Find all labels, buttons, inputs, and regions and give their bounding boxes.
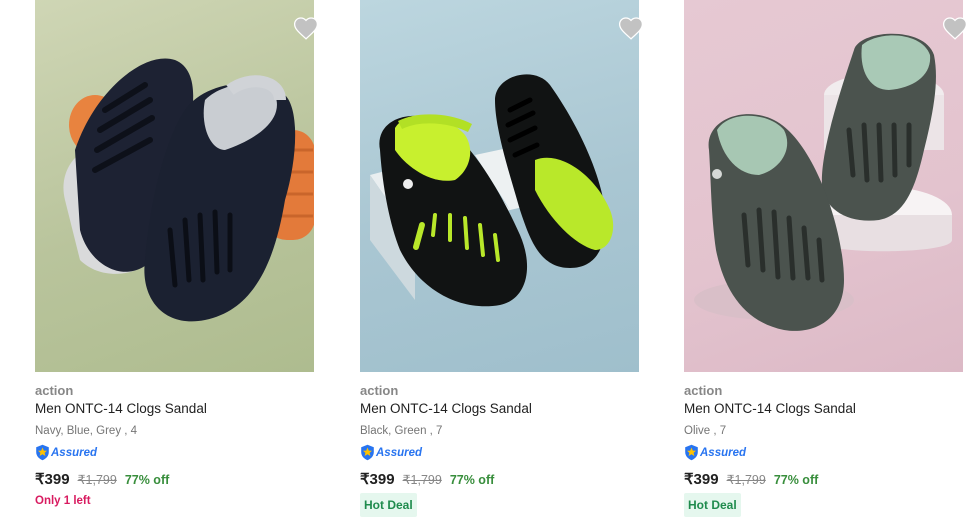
product-variant: Black, Green , 7 (360, 425, 443, 437)
wishlist-heart-icon[interactable] (942, 16, 968, 40)
product-variant: Navy, Blue, Grey , 4 (35, 425, 138, 437)
product-image[interactable] (360, 0, 639, 372)
wishlist-heart-icon[interactable] (618, 16, 644, 40)
product-title-link[interactable]: Men ONTC-14 Clogs Sandal (35, 401, 207, 416)
product-card[interactable]: action Men ONTC-14 Clogs Sandal Navy, Bl… (35, 0, 319, 524)
selling-price: ₹399 (360, 471, 395, 488)
price-row: ₹399 ₹1,799 77% off (360, 470, 494, 488)
product-title-link[interactable]: Men ONTC-14 Clogs Sandal (684, 401, 856, 416)
product-card[interactable]: action Men ONTC-14 Clogs Sandal Olive , … (684, 0, 968, 524)
price-row: ₹399 ₹1,799 77% off (684, 470, 818, 488)
assured-badge: Assured (35, 444, 97, 461)
selling-price: ₹399 (35, 471, 70, 488)
discount-percent: 77% off (773, 473, 819, 487)
product-image[interactable] (35, 0, 314, 372)
assured-shield-icon (36, 444, 49, 461)
assured-shield-icon (685, 444, 698, 461)
wishlist-heart-icon[interactable] (293, 16, 319, 40)
hot-deal-badge: Hot Deal (684, 493, 741, 517)
black-green-clog-image (370, 74, 614, 307)
assured-badge: Assured (684, 444, 746, 461)
product-brand: action (684, 383, 723, 398)
assured-label: Assured (700, 446, 747, 459)
product-brand: action (360, 383, 399, 398)
original-price: ₹1,799 (726, 473, 766, 487)
discount-percent: 77% off (449, 473, 495, 487)
assured-badge: Assured (360, 444, 422, 461)
navy-grey-clog-image (63, 58, 314, 322)
olive-clog-image (694, 33, 952, 331)
original-price: ₹1,799 (402, 473, 442, 487)
product-image[interactable] (684, 0, 963, 372)
product-title-link[interactable]: Men ONTC-14 Clogs Sandal (360, 401, 532, 416)
product-card[interactable]: action Men ONTC-14 Clogs Sandal Black, G… (360, 0, 644, 524)
product-brand: action (35, 383, 74, 398)
stock-alert: Only 1 left (35, 495, 91, 507)
discount-percent: 77% off (124, 473, 170, 487)
price-row: ₹399 ₹1,799 77% off (35, 470, 169, 488)
selling-price: ₹399 (684, 471, 719, 488)
original-price: ₹1,799 (77, 473, 117, 487)
assured-shield-icon (361, 444, 374, 461)
assured-label: Assured (51, 446, 98, 459)
product-variant: Olive , 7 (684, 425, 727, 437)
assured-label: Assured (376, 446, 423, 459)
hot-deal-badge: Hot Deal (360, 493, 417, 517)
